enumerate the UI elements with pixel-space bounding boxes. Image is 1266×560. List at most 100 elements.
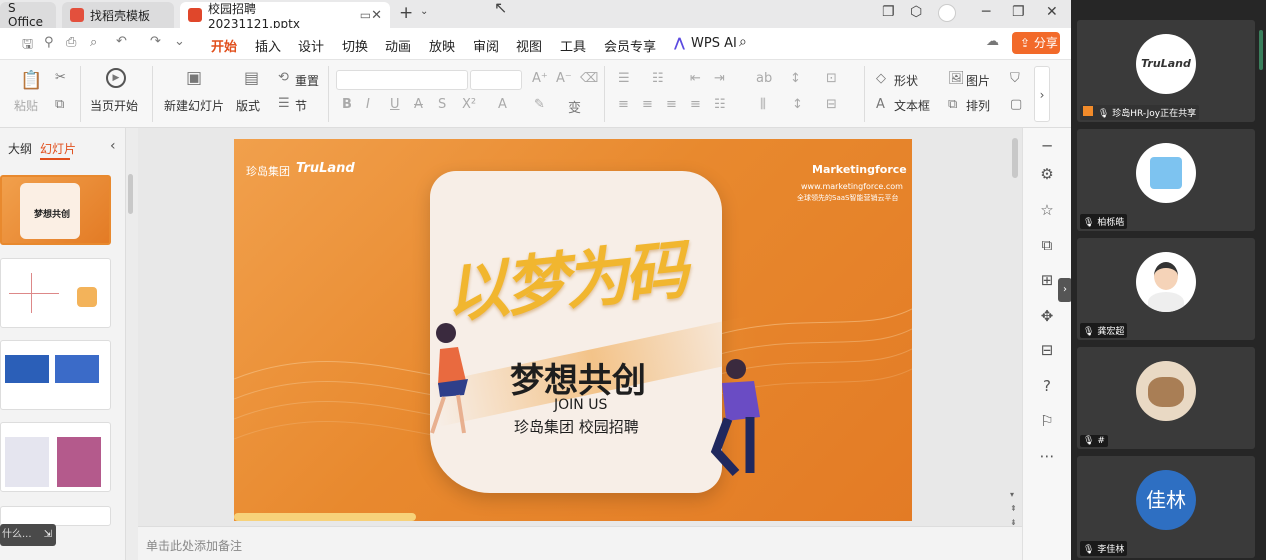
tab-slides[interactable]: 幻灯片 (40, 140, 76, 157)
print-icon[interactable]: ⎙ (66, 35, 76, 50)
slide-thumbnail-4[interactable] (0, 422, 111, 492)
redo-icon[interactable]: ↷ (150, 34, 161, 49)
textbox-icon[interactable]: A (876, 97, 885, 112)
adjust-icon[interactable]: ⚙ (1037, 164, 1057, 184)
textbox-button[interactable]: 文本框 (894, 97, 930, 114)
layout-icon[interactable]: ▤ (244, 68, 259, 87)
new-slide-icon[interactable]: ▣ (186, 68, 202, 88)
play-icon[interactable]: ▶ (106, 68, 126, 88)
menu-animation[interactable]: 动画 (385, 36, 411, 55)
slide-thumbnail-2[interactable] (0, 258, 111, 328)
menu-slideshow[interactable]: 放映 (429, 36, 455, 55)
menu-review[interactable]: 审阅 (473, 36, 499, 55)
participant-tile[interactable]: 🎙 柏栎皓 (1077, 129, 1255, 231)
indent-icon[interactable]: ⇥ (714, 71, 725, 86)
search-icon[interactable]: ⌕ (739, 34, 747, 50)
from-current-button[interactable]: 当页开始 (90, 97, 138, 114)
copy-icon[interactable]: ⧉ (1037, 235, 1057, 255)
close-window-icon[interactable]: ✕ (1046, 4, 1058, 20)
align-right-icon[interactable]: ≡ (666, 97, 677, 112)
more-chevron-icon[interactable]: ⌄ (174, 34, 185, 49)
save-icon[interactable]: 🖫 (22, 35, 33, 57)
new-tab-icon[interactable]: + (399, 3, 413, 23)
slide-thumbnail-1[interactable]: 梦想共创 (0, 175, 111, 245)
outdent-icon[interactable]: ⇤ (690, 71, 701, 86)
underline-icon[interactable]: U (390, 97, 400, 112)
paste-icon[interactable]: 📋 (20, 70, 42, 91)
tab-outline[interactable]: 大纲 (8, 140, 32, 157)
avatar[interactable] (938, 4, 956, 22)
pin-icon[interactable]: ⚲ (44, 35, 54, 50)
numbering-icon[interactable]: ☷ (652, 71, 664, 86)
phonetic-icon[interactable]: 变 (568, 97, 581, 116)
search-box[interactable]: 什么... ⇲ (0, 524, 56, 546)
expand-side-icon[interactable]: › (1058, 278, 1072, 302)
participant-tile[interactable]: 🎙 # (1077, 347, 1255, 449)
menu-insert[interactable]: 插入 (255, 36, 281, 55)
cloud-icon[interactable]: ☁ (986, 34, 999, 49)
reset-icon[interactable]: ⟲ (278, 70, 289, 85)
vertical-align-icon[interactable]: ⊟ (826, 97, 837, 112)
bold-icon[interactable]: B (342, 97, 352, 112)
share-button[interactable]: ⇪ 分享 (1012, 32, 1060, 54)
image-icon[interactable]: 🖼 (948, 71, 965, 86)
font-family-select[interactable] (336, 70, 468, 90)
clear-format-icon[interactable]: ⌫ (580, 71, 598, 86)
menu-wps-ai[interactable]: WPS AI (691, 36, 737, 51)
layout-button[interactable]: 版式 (236, 97, 260, 114)
text-direction-icon[interactable]: ab (756, 71, 772, 86)
font-color-icon[interactable]: A (498, 97, 507, 112)
participant-tile[interactable]: TruLand 🎙 珍岛HR-Joy正在共享 (1077, 20, 1255, 122)
prev-slide-icon[interactable]: ⇞ (1010, 504, 1017, 513)
tools-icon[interactable]: ✥ (1037, 306, 1057, 326)
align-left-icon[interactable]: ≡ (618, 97, 629, 112)
highlight-icon[interactable]: ✎ (534, 97, 545, 112)
copy-icon[interactable]: ⧉ (55, 97, 64, 112)
more-icon[interactable]: ⋯ (1037, 446, 1057, 466)
chevron-down-icon[interactable]: ⌄ (420, 6, 428, 17)
italic-icon[interactable]: I (366, 97, 370, 112)
outline-icon[interactable]: ▢ (1010, 97, 1022, 112)
image-button[interactable]: 图片 (966, 72, 990, 89)
maximize-icon[interactable]: ❐ (1012, 4, 1025, 20)
star-icon[interactable]: ☆ (1037, 200, 1057, 220)
columns-icon[interactable]: ⫼ (760, 97, 766, 112)
slide-thumbnail-5[interactable] (0, 506, 111, 526)
slide[interactable]: 珍岛集团 TruLand Marketingforce www.marketin… (234, 139, 912, 521)
shadow-icon[interactable]: S (438, 97, 446, 112)
new-slide-button[interactable]: 新建幻灯片 (164, 97, 224, 114)
menu-transition[interactable]: 切换 (342, 36, 368, 55)
bullets-icon[interactable]: ☰ (618, 71, 630, 86)
menu-view[interactable]: 视图 (516, 36, 542, 55)
cut-icon[interactable]: ✂ (55, 70, 66, 85)
menu-home[interactable]: 开始 (211, 36, 238, 62)
fill-icon[interactable]: ⛉ (1010, 71, 1020, 86)
convert-icon[interactable]: ⊡ (826, 71, 837, 86)
ribbon-expand-icon[interactable]: › (1034, 66, 1050, 122)
undo-icon[interactable]: ↶ (116, 34, 127, 49)
sort-icon[interactable]: ↕ (790, 71, 801, 86)
strike-icon[interactable]: A (414, 97, 423, 112)
section-button[interactable]: 节 (295, 97, 307, 114)
slide-thumbnail-3[interactable] (0, 340, 111, 410)
shape-icon[interactable]: ◇ (876, 71, 886, 86)
arrange-button[interactable]: 排列 (966, 97, 990, 114)
meeting-scrollbar[interactable] (1259, 30, 1263, 70)
map-icon[interactable]: ⊟ (1037, 340, 1057, 360)
canvas-scrollbar[interactable] (1012, 138, 1018, 178)
panel-scrollbar[interactable] (128, 174, 133, 214)
line-spacing-icon[interactable]: ↕ (792, 97, 803, 112)
preview-icon[interactable]: ⌕ (90, 35, 97, 50)
tab-template[interactable]: 找稻壳模板 (62, 2, 174, 28)
tab-pptx[interactable]: 校园招聘20231121.pptx ▭ ✕ (180, 2, 390, 31)
close-tab-icon[interactable]: ✕ (371, 8, 382, 23)
font-grow-icon[interactable]: A⁺ (532, 71, 548, 86)
image-ai-icon[interactable]: ⊞ (1037, 270, 1057, 290)
window-icon[interactable]: ❐ (882, 4, 895, 20)
section-icon[interactable]: ☰ (278, 96, 290, 111)
flag-icon[interactable]: ⚐ (1037, 411, 1057, 431)
justify-icon[interactable]: ≡ (690, 97, 701, 112)
distribute-icon[interactable]: ☷ (714, 97, 726, 112)
reset-button[interactable]: 重置 (295, 72, 319, 89)
screen-icon[interactable]: ▭ (360, 8, 371, 22)
